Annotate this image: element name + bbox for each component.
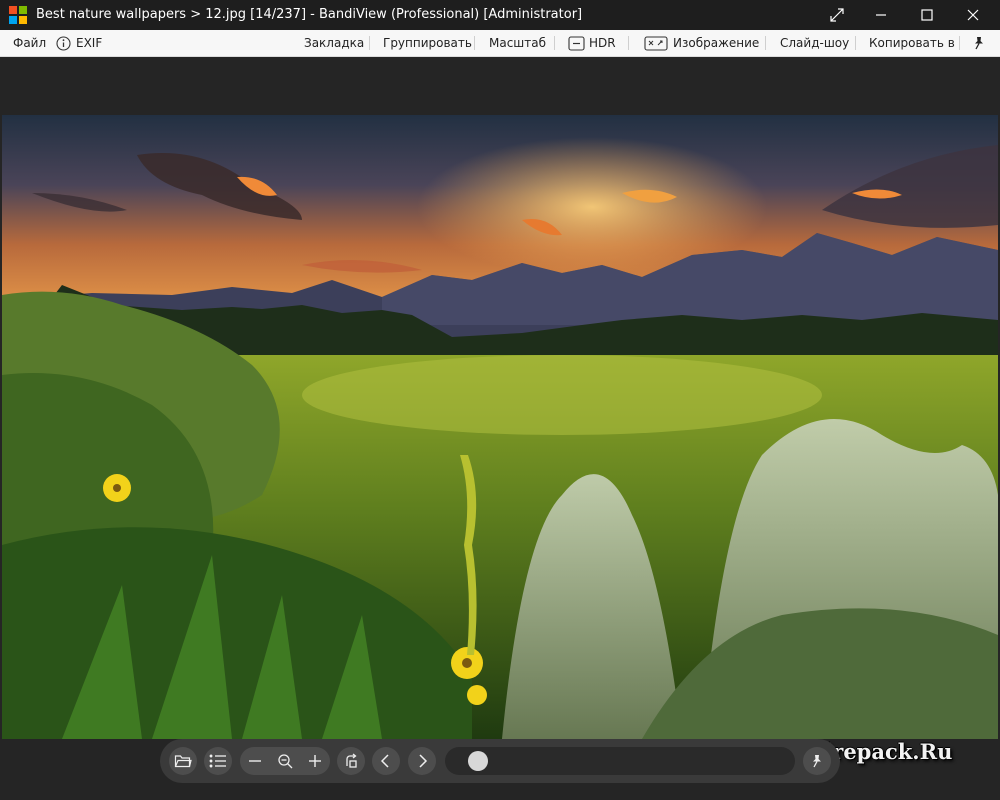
menu-separator: [628, 36, 629, 50]
zoom-fit-button[interactable]: [275, 747, 295, 775]
landscape-photo: [2, 115, 998, 739]
slider-thumb[interactable]: [468, 751, 488, 771]
open-folder-button[interactable]: [169, 747, 197, 775]
menu-separator: [959, 36, 960, 50]
close-button[interactable]: [950, 0, 996, 30]
rotate-icon: [346, 753, 357, 768]
zoom-fit-icon: [278, 754, 293, 769]
minimize-button[interactable]: [858, 0, 904, 30]
menu-exif[interactable]: EXIF: [56, 30, 102, 56]
close-icon: [967, 9, 979, 21]
menu-separator: [474, 36, 475, 50]
menu-scale[interactable]: Масштаб: [489, 30, 546, 56]
title-bar: Best nature wallpapers > 12.jpg [14/237]…: [0, 0, 1000, 30]
menu-slideshow[interactable]: Слайд-шоу: [780, 30, 849, 56]
minimize-icon: [876, 14, 886, 16]
menu-file[interactable]: Файл: [13, 30, 46, 56]
app-logo-icon: [9, 6, 27, 24]
restore-icon: [830, 8, 844, 22]
info-icon: [56, 35, 71, 51]
bottom-toolbar: [160, 739, 840, 783]
menu-separator: [554, 36, 555, 50]
image-viewer[interactable]: Allrepack.Ru: [0, 57, 1000, 800]
prev-icon: [380, 754, 389, 768]
window-title: Best nature wallpapers > 12.jpg [14/237]…: [36, 7, 583, 22]
menu-separator: [765, 36, 766, 50]
next-icon: [419, 754, 428, 768]
menu-image[interactable]: Изображение: [644, 30, 759, 56]
image-position-slider[interactable]: [445, 747, 795, 775]
hdr-icon: [568, 35, 585, 51]
menu-bookmark[interactable]: Закладка: [304, 30, 364, 56]
maximize-icon: [921, 9, 933, 21]
folder-icon: [174, 755, 192, 768]
menu-separator: [369, 36, 370, 50]
menu-group[interactable]: Группировать: [383, 30, 472, 56]
pin-icon: [813, 755, 821, 768]
zoom-out-icon: [249, 760, 261, 762]
menu-hdr[interactable]: HDR: [568, 30, 616, 56]
file-list-button[interactable]: [204, 747, 232, 775]
menu-copy-to[interactable]: Копировать в: [869, 30, 955, 56]
rotate-button[interactable]: [337, 747, 365, 775]
toolbar-pin-button[interactable]: [803, 747, 831, 775]
fullscreen-button[interactable]: [814, 0, 860, 30]
image-icon: [644, 35, 668, 51]
menu-bar: Файл EXIF Закладка Группировать Масштаб …: [0, 30, 1000, 57]
list-icon: [209, 754, 226, 768]
zoom-in-icon: [309, 755, 321, 767]
zoom-out-button[interactable]: [245, 747, 265, 775]
menu-separator: [855, 36, 856, 50]
zoom-in-button[interactable]: [305, 747, 325, 775]
menu-pin-button[interactable]: [972, 30, 986, 56]
next-image-button[interactable]: [408, 747, 436, 775]
zoom-group: [240, 747, 330, 775]
pin-icon: [975, 37, 983, 50]
previous-image-button[interactable]: [372, 747, 400, 775]
maximize-button[interactable]: [904, 0, 950, 30]
